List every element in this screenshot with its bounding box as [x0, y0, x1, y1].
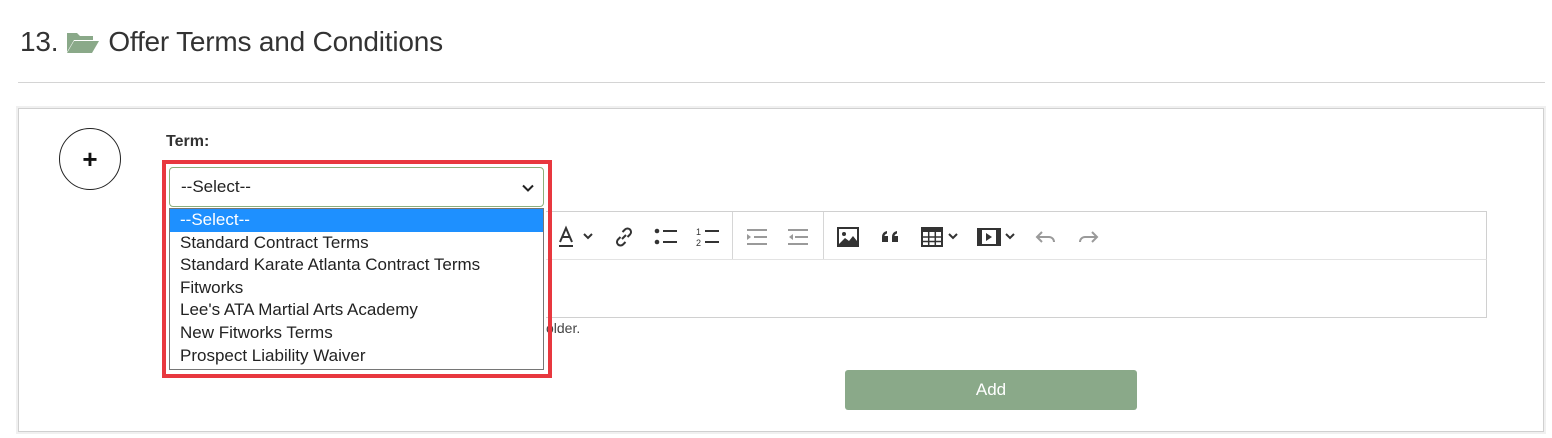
plus-icon: + [82, 143, 98, 174]
chevron-down-icon [522, 184, 534, 192]
redo-icon [1076, 212, 1100, 261]
term-option[interactable]: Fitworks [170, 277, 543, 300]
term-label: Term: [166, 133, 210, 150]
blockquote-icon[interactable] [879, 212, 903, 261]
term-select-value: --Select-- [181, 177, 251, 196]
divider [18, 82, 1545, 83]
term-option[interactable]: New Fitworks Terms [170, 322, 543, 345]
folder-open-icon [67, 33, 100, 53]
section-title: Offer Terms and Conditions [108, 26, 443, 57]
link-icon[interactable] [612, 212, 636, 261]
editor-content-area[interactable] [546, 259, 1487, 318]
image-icon[interactable] [836, 212, 860, 261]
term-option[interactable]: Standard Contract Terms [170, 232, 543, 255]
undo-icon [1034, 212, 1058, 261]
svg-text:1: 1 [696, 227, 701, 237]
add-term-row-button[interactable]: + [59, 128, 121, 190]
numbered-list-icon[interactable]: 1 2 [695, 212, 721, 261]
section-heading: 13. Offer Terms and Conditions [20, 22, 443, 62]
term-select[interactable]: --Select-- [169, 167, 544, 207]
svg-text:2: 2 [696, 238, 701, 248]
table-icon[interactable] [920, 212, 964, 261]
term-option[interactable]: Prospect Liability Waiver [170, 345, 543, 368]
font-color-icon[interactable] [556, 212, 596, 261]
outdent-icon [786, 212, 810, 261]
editor-toolbar: 1 2 [546, 211, 1487, 260]
indent-icon [745, 212, 769, 261]
term-option[interactable]: Lee's ATA Martial Arts Academy [170, 299, 543, 322]
term-option[interactable]: --Select-- [170, 209, 543, 232]
section-number: 13. [20, 26, 59, 57]
bulleted-list-icon[interactable] [653, 212, 679, 261]
add-button[interactable]: Add [845, 370, 1137, 410]
media-icon[interactable] [976, 212, 1020, 261]
term-option[interactable]: Standard Karate Atlanta Contract Terms [170, 254, 543, 277]
term-options-list: --Select-- Standard Contract Terms Stand… [169, 208, 544, 370]
